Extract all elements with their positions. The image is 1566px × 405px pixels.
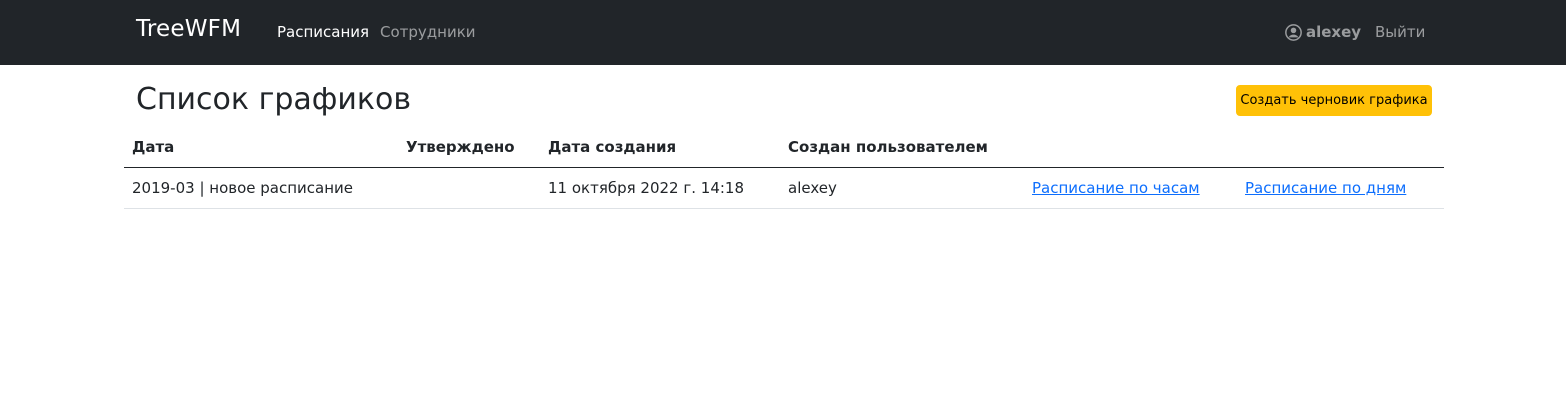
user-menu[interactable]: alexey [1285, 23, 1361, 41]
column-header-approved: Утверждено [406, 138, 515, 156]
user-circle-icon [1285, 23, 1302, 41]
cell-hourly-link: Расписание по часам [1032, 179, 1200, 197]
cell-created-by: alexey [788, 179, 837, 197]
column-header-date: Дата [132, 138, 175, 156]
brand-logo[interactable]: TreeWFM [136, 16, 241, 42]
nav-link-schedules[interactable]: Расписания [277, 23, 369, 41]
create-draft-schedule-button[interactable]: Создать черновик графика [1236, 85, 1432, 116]
column-header-created-by: Создан пользователем [788, 138, 988, 156]
nav-link-employees[interactable]: Сотрудники [380, 23, 476, 41]
table-row: 2019-03 | новое расписание 11 октября 20… [124, 168, 1444, 209]
user-name: alexey [1306, 23, 1362, 41]
cell-daily-link: Расписание по дням [1245, 179, 1406, 197]
column-header-created-at: Дата создания [548, 138, 677, 156]
page-title: Список графиков [136, 82, 412, 117]
table-header: Дата Утверждено Дата создания Создан пол… [124, 128, 1444, 168]
cell-date: 2019-03 | новое расписание [132, 179, 354, 197]
cell-created-at: 11 октября 2022 г. 14:18 [548, 179, 745, 197]
top-navbar: TreeWFM Расписания Сотрудники alexey Вый… [0, 0, 1566, 65]
daily-schedule-link[interactable]: Расписание по дням [1245, 179, 1406, 197]
logout-link[interactable]: Выйти [1375, 23, 1425, 41]
schedules-table: Дата Утверждено Дата создания Создан пол… [124, 128, 1444, 209]
hourly-schedule-link[interactable]: Расписание по часам [1032, 179, 1200, 197]
